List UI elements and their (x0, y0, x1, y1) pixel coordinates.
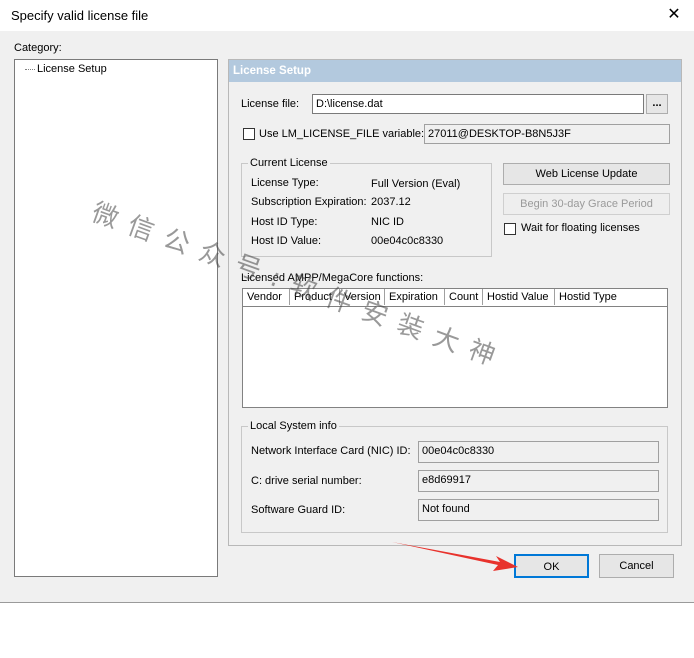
ellipsis-icon: ... (652, 97, 662, 109)
column-count[interactable]: Count (445, 289, 483, 305)
software-guard-field[interactable]: Not found (418, 499, 659, 521)
tree-item-license-setup[interactable]: License Setup (37, 63, 107, 75)
subscription-expiration-label: Subscription Expiration: (251, 196, 367, 208)
host-id-type-value: NIC ID (371, 216, 404, 228)
close-button[interactable]: ✕ (656, 2, 692, 28)
cancel-button[interactable]: Cancel (599, 554, 674, 578)
use-env-checkbox[interactable] (243, 128, 255, 140)
column-hostid-type[interactable]: Hostid Type (555, 289, 667, 305)
arrow-shape (392, 542, 518, 571)
current-license-title: Current License (248, 157, 330, 169)
close-icon: ✕ (667, 6, 681, 23)
web-license-update-button[interactable]: Web License Update (503, 163, 670, 185)
category-tree[interactable]: License Setup (14, 59, 218, 577)
panel-header: License Setup (229, 60, 681, 82)
tree-connector (25, 69, 35, 70)
local-system-title: Local System info (248, 420, 339, 432)
host-id-type-label: Host ID Type: (251, 216, 318, 228)
nic-id-label: Network Interface Card (NIC) ID: (251, 445, 411, 457)
red-arrow-icon (392, 542, 518, 571)
nic-id-field[interactable]: 00e04c0c8330 (418, 441, 659, 463)
subscription-expiration-value: 2037.12 (371, 196, 411, 208)
wait-floating-checkbox[interactable] (504, 223, 516, 235)
env-value-field[interactable]: 27011@DESKTOP-B8N5J3F (424, 124, 670, 144)
license-type-label: License Type: (251, 177, 319, 189)
column-hostid-value[interactable]: Hostid Value (483, 289, 555, 305)
host-id-value-label: Host ID Value: (251, 235, 322, 247)
category-label: Category: (14, 42, 62, 54)
grace-period-button[interactable]: Begin 30-day Grace Period (503, 193, 670, 215)
window-title: Specify valid license file (11, 8, 149, 23)
browse-button[interactable]: ... (646, 94, 668, 114)
license-type-value: Full Version (Eval) (371, 178, 461, 190)
ok-button[interactable]: OK (514, 554, 589, 578)
drive-serial-field[interactable]: e8d69917 (418, 470, 659, 492)
use-env-label: Use LM_LICENSE_FILE variable: (259, 128, 425, 140)
license-file-label: License file: (241, 98, 300, 110)
license-file-input[interactable]: D:\license.dat (312, 94, 644, 114)
software-guard-label: Software Guard ID: (251, 504, 346, 516)
wait-floating-label: Wait for floating licenses (521, 222, 640, 234)
host-id-value-value: 00e04c0c8330 (371, 235, 444, 247)
drive-serial-label: C: drive serial number: (251, 475, 362, 487)
